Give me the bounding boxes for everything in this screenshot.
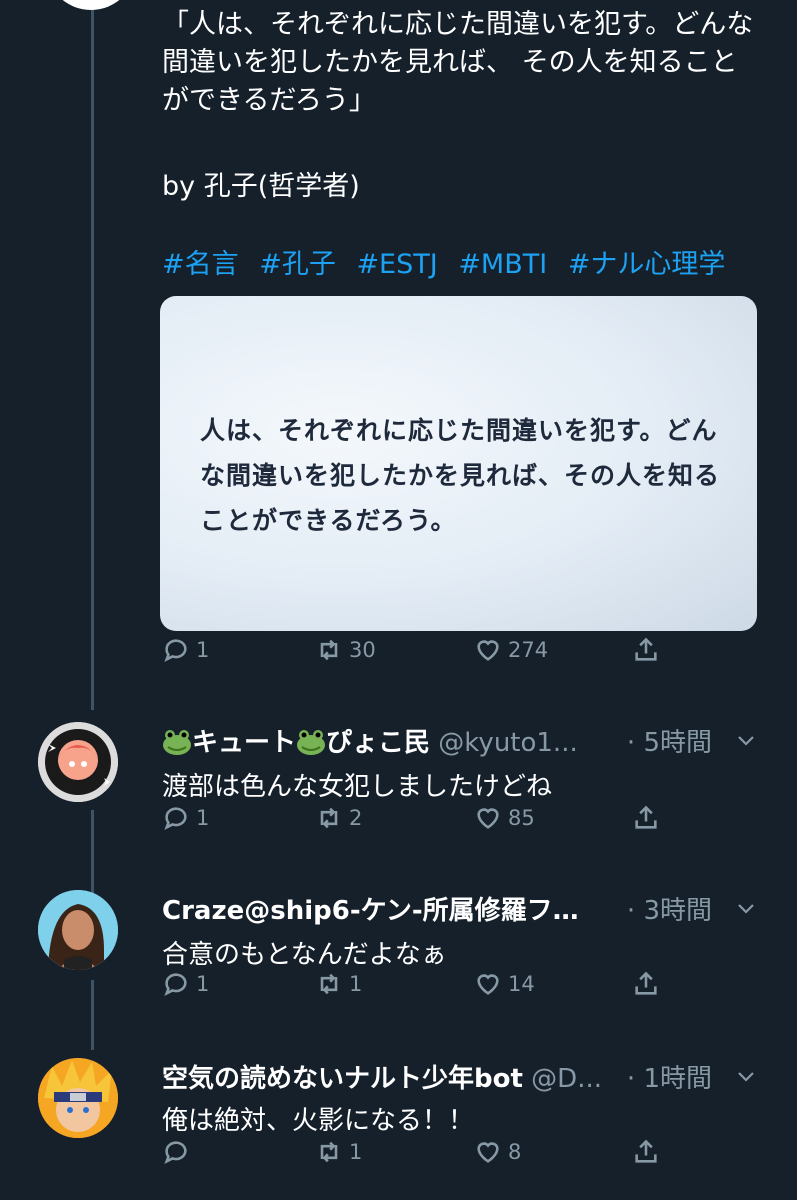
share-button[interactable] — [632, 804, 660, 832]
reply-time[interactable]: · 5時間 — [627, 722, 712, 759]
retweet-count: 1 — [349, 972, 363, 996]
retweet-button[interactable]: 1 — [315, 1138, 362, 1166]
reply-icon — [164, 1141, 187, 1164]
like-count: 85 — [508, 806, 535, 830]
retweet-count: 2 — [349, 806, 363, 830]
frog-emoji-icon — [163, 730, 191, 755]
reply-time[interactable]: · 3時間 — [627, 890, 712, 927]
reply-count: 1 — [196, 972, 210, 996]
reply-handle[interactable]: @D... — [531, 1064, 602, 1094]
share-icon — [635, 971, 657, 995]
retweet-icon — [320, 639, 338, 661]
retweet-icon — [320, 973, 338, 995]
share-button[interactable] — [632, 970, 660, 998]
reply-header: Craze@ship6-ケン-所属修羅フ… · 3時間 — [162, 890, 792, 927]
hashtag-link[interactable]: #ESTJ — [356, 249, 437, 280]
hashtag-link[interactable]: #MBTI — [458, 249, 547, 280]
chevron-down-icon[interactable] — [734, 896, 758, 920]
like-icon — [477, 640, 499, 661]
share-icon — [635, 1139, 657, 1163]
like-icon — [477, 1142, 499, 1163]
reply-icon — [164, 639, 187, 662]
reply-text: 俺は絶対、火影になる！！ — [162, 1106, 475, 1136]
share-icon — [635, 805, 657, 829]
reply-avatar[interactable] — [38, 1058, 118, 1138]
hashtag-list: #名言 #孔子 #ESTJ #MBTI #ナル心理学 — [162, 242, 737, 281]
reply-avatar[interactable] — [38, 890, 118, 970]
like-button[interactable]: 14 — [474, 970, 535, 998]
chevron-down-icon[interactable] — [734, 728, 758, 752]
reply-avatar[interactable] — [38, 722, 118, 802]
like-button[interactable]: 274 — [474, 636, 548, 664]
reply-text: 渡部は色んな女犯しましたけどね — [162, 772, 553, 802]
like-button[interactable]: 85 — [474, 804, 535, 832]
like-count: 274 — [508, 638, 549, 662]
hashtag-link[interactable]: #孔子 — [259, 249, 336, 280]
tweet-byline: by 孔子(哲学者) — [162, 171, 360, 202]
retweet-button[interactable]: 30 — [315, 636, 376, 664]
reply-header: キュート ぴょこ民 @kyuto1... · 5時間 — [162, 722, 792, 759]
reply-count: 1 — [196, 806, 210, 830]
share-button[interactable] — [632, 1138, 660, 1166]
reply-author-name[interactable]: Craze@ship6-ケン-所属修羅フ… — [162, 896, 579, 926]
reply-icon — [164, 973, 187, 996]
share-button[interactable] — [632, 636, 660, 664]
reply-text: 合意のもとなんだよなぁ — [162, 940, 447, 970]
reply-button[interactable]: 1 — [162, 804, 209, 832]
thread-line — [91, 980, 94, 1050]
author-avatar[interactable] — [46, 0, 136, 10]
reply-author-name[interactable]: 空気の読めないナルト少年bot — [162, 1064, 523, 1094]
frog-emoji-icon — [297, 730, 326, 755]
reply-author-name[interactable]: ぴょこ民 — [326, 728, 430, 758]
reply-icon — [164, 807, 187, 830]
reply-count: 1 — [196, 638, 210, 662]
reply-button[interactable] — [162, 1138, 196, 1166]
thread-line — [91, 0, 94, 710]
reply-button[interactable]: 1 — [162, 970, 209, 998]
retweet-count: 30 — [349, 638, 376, 662]
retweet-button[interactable]: 2 — [315, 804, 362, 832]
tweet-image[interactable]: 人は、それぞれに応じた間違いを犯す。どんな間違いを犯したかを見れば、その人を知る… — [160, 296, 757, 631]
reply-button[interactable]: 1 — [162, 636, 209, 664]
chevron-down-icon[interactable] — [734, 1064, 758, 1088]
share-icon — [635, 637, 657, 661]
like-button[interactable]: 8 — [474, 1138, 521, 1166]
reply-author-name[interactable]: キュート — [192, 728, 296, 758]
like-count: 8 — [508, 1140, 522, 1164]
like-icon — [477, 974, 499, 995]
hashtag-link[interactable]: #名言 — [162, 249, 239, 280]
retweet-count: 1 — [349, 1140, 363, 1164]
reply-time[interactable]: · 1時間 — [627, 1058, 712, 1095]
reply-handle[interactable]: @kyuto1... — [438, 728, 577, 758]
retweet-icon — [320, 1141, 338, 1163]
thread-line — [91, 810, 94, 900]
hashtag-link[interactable]: #ナル心理学 — [568, 249, 726, 280]
reply-header: 空気の読めないナルト少年bot @D... · 1時間 — [162, 1058, 792, 1095]
image-quote-text: 人は、それぞれに応じた間違いを犯す。どんな間違いを犯したかを見れば、その人を知る… — [200, 416, 721, 535]
retweet-icon — [320, 807, 338, 829]
like-icon — [477, 808, 499, 829]
tweet-text: 「人は、それぞれに応じた間違いを犯す。どんな間違いを犯したかを見れば、 その人を… — [162, 9, 754, 116]
retweet-button[interactable]: 1 — [315, 970, 362, 998]
like-count: 14 — [508, 972, 535, 996]
